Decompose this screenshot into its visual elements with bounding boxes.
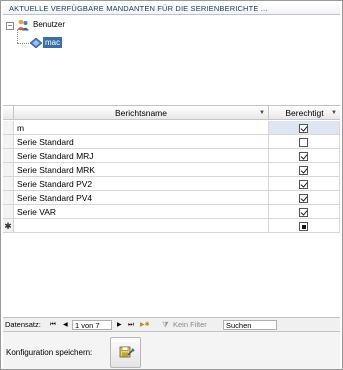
table-row[interactable]: Serie Standard [3, 135, 340, 149]
row-selector-header[interactable] [3, 106, 14, 120]
berichtsname-cell[interactable]: Serie Standard PV4 [14, 191, 269, 205]
next-record-icon[interactable]: ▶ [117, 318, 122, 332]
save-config-icon [119, 346, 135, 358]
filter-icon[interactable]: ⧩ [162, 318, 169, 332]
column-header-berechtigt[interactable]: Berechtigt ▼ [269, 106, 340, 120]
berechtigt-checkbox[interactable] [299, 208, 308, 217]
tree-child-label[interactable]: mac [43, 37, 63, 48]
row-selector[interactable] [3, 135, 14, 149]
berechtigt-checkbox[interactable] [299, 124, 308, 133]
berechtigt-checkbox[interactable] [299, 222, 308, 231]
search-input[interactable]: Suchen [223, 320, 277, 330]
new-record-icon: ✱ [3, 219, 14, 233]
berechtigt-checkbox[interactable] [299, 166, 308, 175]
berechtigt-cell[interactable] [269, 205, 340, 219]
berichtsname-cell[interactable]: Serie Standard [14, 135, 269, 149]
user-icon [30, 38, 42, 48]
berechtigt-checkbox[interactable] [299, 138, 308, 147]
berechtigt-cell[interactable] [269, 191, 340, 205]
row-selector[interactable] [3, 191, 14, 205]
filter-status-label[interactable]: Kein Filter [173, 318, 207, 332]
navigator-label: Datensatz: [5, 320, 41, 329]
berichtsname-cell[interactable] [14, 219, 269, 233]
window-frame: AKTUELLE VERFÜGBARE MANDANTEN FÜR DIE SE… [0, 0, 343, 370]
window-title: AKTUELLE VERFÜGBARE MANDANTEN FÜR DIE SE… [3, 3, 340, 15]
berechtigt-cell[interactable] [269, 177, 340, 191]
berichte-grid: Berichtsname ▼ Berechtigt ▼ m Serie Stan… [3, 105, 340, 317]
berechtigt-cell[interactable] [269, 219, 340, 233]
berechtigt-cell[interactable] [269, 149, 340, 163]
berichtsname-cell[interactable]: m [14, 121, 269, 135]
table-row[interactable]: m [3, 121, 340, 135]
berechtigt-checkbox[interactable] [299, 180, 308, 189]
row-selector[interactable] [3, 121, 14, 135]
berechtigt-checkbox[interactable] [299, 194, 308, 203]
berichtsname-cell[interactable]: Serie VAR [14, 205, 269, 219]
row-selector[interactable] [3, 205, 14, 219]
berechtigt-cell[interactable] [269, 121, 340, 135]
table-row[interactable]: Serie Standard PV2 [3, 177, 340, 191]
save-config-button[interactable] [110, 337, 141, 368]
user-tree: − Benutzer mac [3, 16, 340, 105]
table-row[interactable]: Serie VAR [3, 205, 340, 219]
tree-expander-icon[interactable]: − [6, 22, 14, 30]
save-config-label: Konfiguration speichern: [6, 348, 93, 357]
tree-connector [17, 30, 18, 43]
table-row[interactable]: Serie Standard MRJ [3, 149, 340, 163]
berechtigt-cell[interactable] [269, 163, 340, 177]
berechtigt-checkbox[interactable] [299, 152, 308, 161]
berichtsname-cell[interactable]: Serie Standard MRK [14, 163, 269, 177]
table-row[interactable]: Serie Standard MRK [3, 163, 340, 177]
tree-connector [17, 43, 29, 44]
row-selector[interactable] [3, 177, 14, 191]
previous-record-icon[interactable]: ◀ [63, 318, 68, 332]
column-header-label: Berechtigt [285, 108, 324, 118]
new-record-icon[interactable]: ▶✱ [140, 318, 150, 332]
column-header-berichtsname[interactable]: Berichtsname ▼ [14, 106, 269, 120]
first-record-icon[interactable]: ⏮ [50, 318, 56, 332]
berichtsname-cell[interactable]: Serie Standard MRJ [14, 149, 269, 163]
sort-dropdown-icon[interactable]: ▼ [331, 106, 337, 120]
last-record-icon[interactable]: ⏭ [128, 318, 134, 332]
new-record-row[interactable]: ✱ [3, 219, 340, 233]
berichtsname-cell[interactable]: Serie Standard PV2 [14, 177, 269, 191]
footer-panel: Konfiguration speichern: [3, 332, 340, 369]
sort-dropdown-icon[interactable]: ▼ [259, 106, 265, 120]
row-selector[interactable] [3, 163, 14, 177]
row-selector[interactable] [3, 149, 14, 163]
berechtigt-cell[interactable] [269, 135, 340, 149]
tree-root-label[interactable]: Benutzer [33, 19, 65, 31]
record-position-field[interactable]: 1 von 7 [72, 320, 112, 330]
table-row[interactable]: Serie Standard PV4 [3, 191, 340, 205]
column-header-label: Berichtsname [115, 108, 167, 118]
record-navigator: Datensatz: ⏮ ◀ 1 von 7 ▶ ⏭ ▶✱ ⧩ Kein Fil… [3, 317, 340, 332]
users-icon [17, 19, 29, 31]
